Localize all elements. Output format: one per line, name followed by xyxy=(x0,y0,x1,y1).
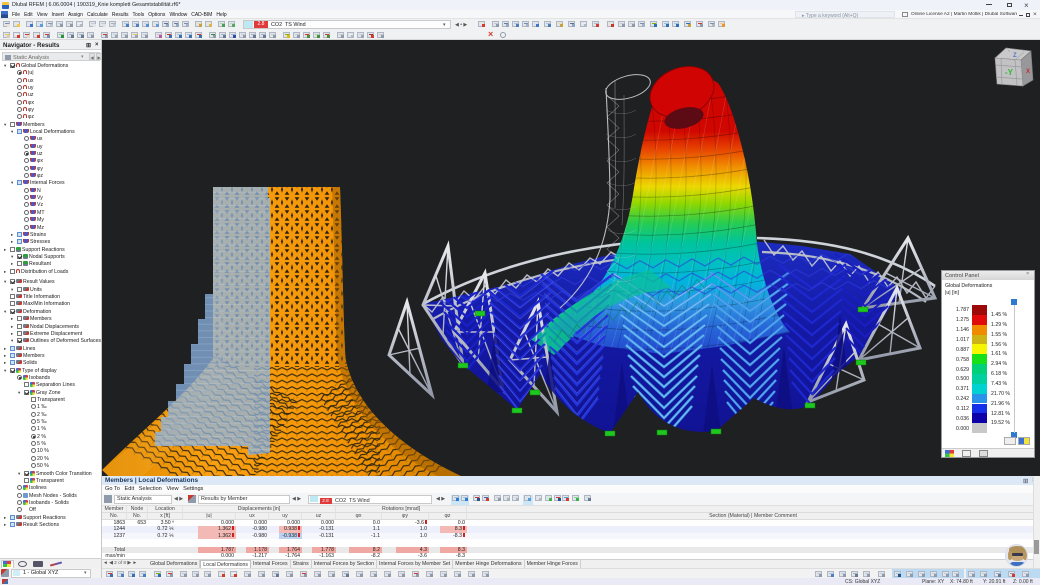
svg-text:Z: Z xyxy=(1013,53,1017,59)
svg-text:X: X xyxy=(1026,69,1030,75)
svg-text:-Y: -Y xyxy=(1005,68,1014,77)
